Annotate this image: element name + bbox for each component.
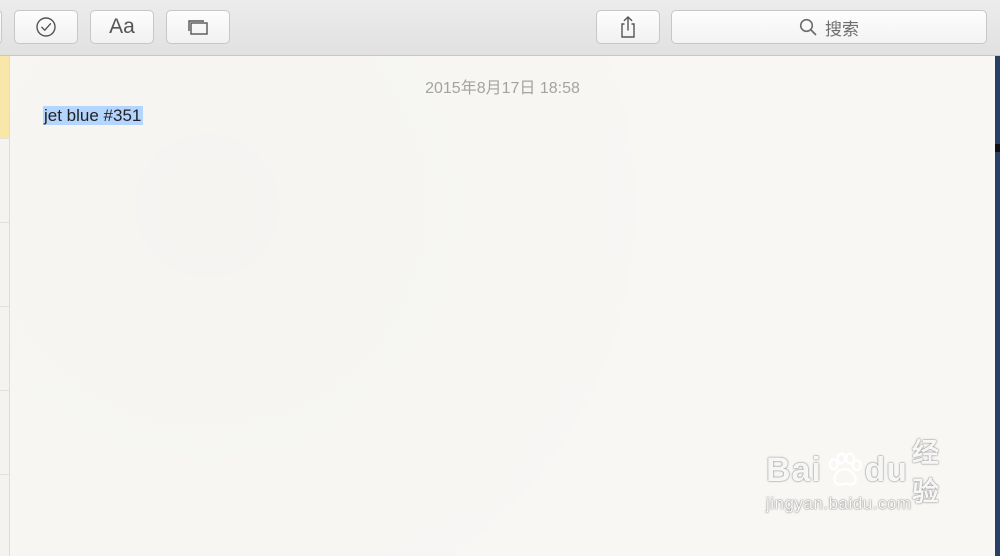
format-label: Aa (109, 15, 135, 38)
notes-list[interactable] (0, 56, 10, 556)
baidu-logo: Bai du 经验 (766, 438, 966, 507)
search-icon (799, 18, 817, 36)
list-divider (0, 306, 9, 307)
toolbar-button-partial[interactable] (0, 10, 2, 44)
list-divider (0, 222, 9, 223)
search-placeholder: 搜索 (825, 19, 859, 39)
share-icon (621, 16, 635, 38)
baidu-watermark: Bai du 经验 jingyan.baidu.com (766, 438, 966, 514)
edge-mark (995, 144, 1000, 152)
note-date: 2015年8月17日 18:58 (425, 80, 580, 97)
brand-jingyan: 经验 (912, 438, 941, 507)
window-right-edge (995, 56, 1000, 556)
paw-icon (828, 452, 862, 486)
share-button[interactable] (596, 10, 660, 44)
notes-window: Aa 搜索 2015年8月17日 18:58 jet blue #351 Bai… (0, 0, 1000, 556)
brand-du: du (864, 450, 909, 489)
format-button[interactable]: Aa (90, 10, 154, 44)
list-divider (0, 138, 9, 139)
toolbar: Aa 搜索 (0, 0, 1000, 56)
note-selected-text[interactable]: jet blue #351 (43, 106, 144, 125)
note-body[interactable]: jet blue #351 (43, 105, 144, 127)
list-divider (0, 390, 9, 391)
photo-browser-button[interactable] (166, 10, 230, 44)
notes-list-selected-item[interactable] (0, 56, 9, 138)
list-divider (0, 474, 9, 475)
search-field[interactable]: 搜索 (671, 10, 987, 44)
brand-bai: Bai (766, 450, 822, 489)
photo-browser-icon (188, 20, 208, 35)
check-circle-icon (36, 17, 56, 37)
checklist-button[interactable] (14, 10, 78, 44)
